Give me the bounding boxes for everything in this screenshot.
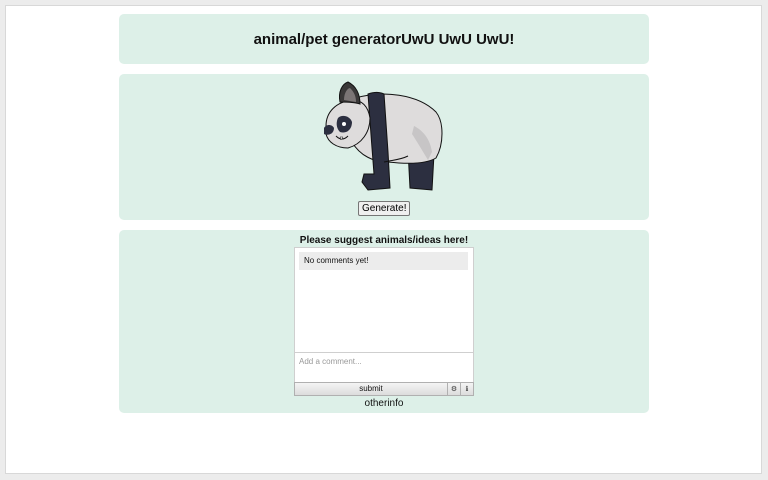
generator-panel: Generate!: [119, 74, 649, 220]
comments-panel: Please suggest animals/ideas here! No co…: [119, 230, 649, 413]
page-title: animal/pet generatorUwU UwU UwU!: [253, 31, 515, 48]
comment-list: No comments yet!: [295, 248, 473, 352]
comments-heading: Please suggest animals/ideas here!: [299, 235, 469, 246]
comment-footer: submit ⚙ ℹ: [294, 382, 474, 396]
comment-widget: No comments yet! submit ⚙ ℹ: [294, 247, 474, 396]
empty-comments-message: No comments yet!: [299, 252, 468, 270]
comment-input[interactable]: [295, 352, 473, 381]
panda-image: [324, 81, 443, 191]
info-icon[interactable]: ℹ: [461, 382, 474, 396]
other-info-text: otherinfo: [364, 398, 404, 409]
generate-button[interactable]: Generate!: [358, 201, 411, 216]
gear-icon[interactable]: ⚙: [448, 382, 461, 396]
submit-button[interactable]: submit: [294, 382, 448, 396]
header-panel: animal/pet generatorUwU UwU UwU!: [119, 14, 649, 64]
